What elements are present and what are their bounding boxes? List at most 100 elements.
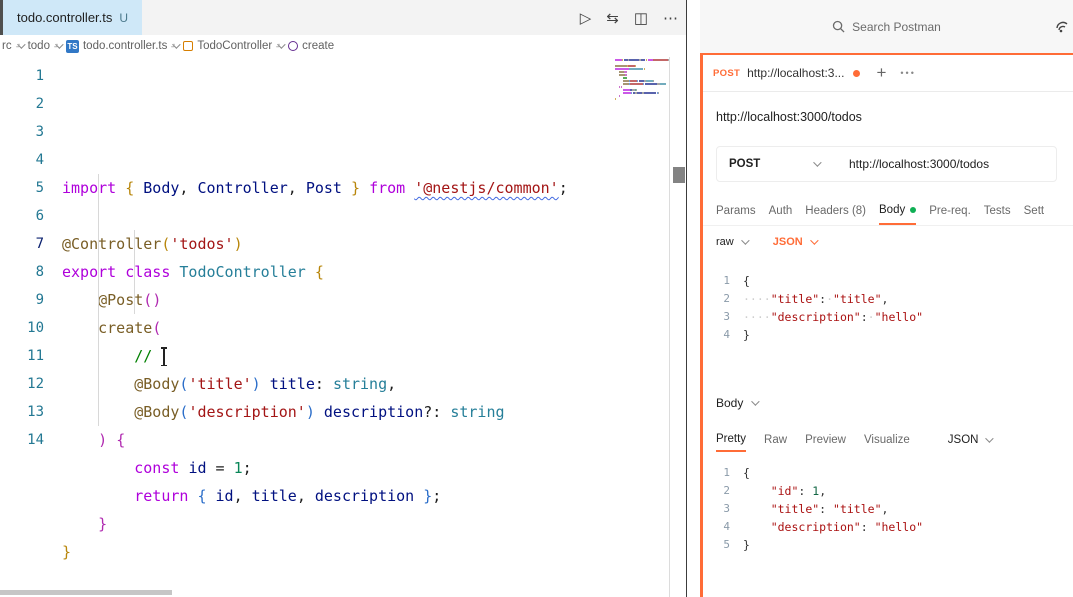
minimap-line bbox=[615, 59, 669, 61]
open-changes-icon[interactable]: ⇆ bbox=[606, 9, 619, 27]
body-format-dropdown[interactable]: JSON bbox=[773, 236, 819, 248]
response-format-dropdown[interactable]: JSON bbox=[948, 434, 995, 446]
tab-options-button[interactable]: ••• bbox=[900, 68, 915, 78]
line-number: 7 bbox=[35, 236, 44, 252]
code-line[interactable]: "id": 1, bbox=[743, 482, 923, 500]
unsaved-changes-dot bbox=[853, 69, 861, 77]
response-body-dropdown[interactable]: Body bbox=[716, 396, 761, 410]
minimap-line bbox=[615, 80, 669, 82]
code-editor[interactable]: 1 2 3 4 5 6 7 8 9 10 11 12 13 14 import { Body, Contr… bbox=[0, 57, 686, 597]
tab-settings[interactable]: Sett bbox=[1024, 196, 1044, 225]
tab-auth[interactable]: Auth bbox=[769, 196, 793, 225]
tab-params[interactable]: Params bbox=[716, 196, 756, 225]
line-number: 10 bbox=[27, 320, 44, 336]
code-line[interactable]: return { id, title, description }; bbox=[62, 482, 686, 510]
request-tab[interactable]: POST http://localhost:3... bbox=[713, 66, 861, 80]
chevron-down-icon bbox=[813, 158, 822, 167]
request-url-bar: POST http://localhost:3000/todos bbox=[716, 146, 1057, 182]
chevron-down-icon bbox=[740, 236, 750, 245]
search-postman[interactable]: Search Postman bbox=[832, 20, 941, 34]
request-body-code[interactable]: {····"title":·"title", ····"description":… bbox=[743, 272, 923, 344]
tab-body[interactable]: Body bbox=[879, 196, 917, 225]
code-line[interactable]: } bbox=[743, 326, 923, 344]
tab-headers[interactable]: Headers (8) bbox=[805, 196, 866, 225]
indent-guide bbox=[98, 174, 99, 426]
editor-gutter: 1 2 3 4 5 bbox=[700, 464, 730, 554]
code-line[interactable]: const id = 1; bbox=[62, 454, 686, 482]
code-line[interactable]: ) { bbox=[62, 426, 686, 454]
code-line[interactable]: "title": "title", bbox=[743, 500, 923, 518]
code-line[interactable]: { bbox=[743, 464, 923, 482]
more-actions-button[interactable]: ⋯ bbox=[663, 9, 678, 27]
line-number: 9 bbox=[35, 292, 44, 308]
line-number: 8 bbox=[35, 264, 44, 280]
tab-pre-request[interactable]: Pre-req. bbox=[929, 196, 971, 225]
body-type-controls: raw JSON bbox=[700, 226, 1073, 258]
tab-raw[interactable]: Raw bbox=[764, 428, 787, 452]
tab-preview[interactable]: Preview bbox=[805, 428, 846, 452]
code-line[interactable] bbox=[62, 202, 686, 230]
method-label: POST bbox=[729, 158, 761, 170]
breadcrumb-item-method[interactable]: create bbox=[302, 40, 334, 52]
git-status-badge: U bbox=[119, 10, 129, 25]
split-editor-button[interactable]: ◫ bbox=[634, 9, 648, 27]
capture-requests-icon[interactable] bbox=[1054, 18, 1070, 39]
search-placeholder: Search Postman bbox=[852, 19, 941, 34]
code-line[interactable]: import { Body, Controller, Post } from '… bbox=[62, 174, 686, 202]
line-number: 11 bbox=[27, 348, 44, 364]
code-line[interactable]: @Controller('todos') bbox=[62, 230, 686, 258]
code-line[interactable]: @Post() bbox=[62, 286, 686, 314]
url-input[interactable]: http://localhost:3000/todos bbox=[835, 157, 989, 171]
line-number: 13 bbox=[27, 404, 44, 420]
chevron-down-icon bbox=[751, 397, 761, 406]
line-number: 5 bbox=[723, 538, 730, 551]
response-view-tabs: Pretty Raw Preview Visualize JSON bbox=[700, 428, 1073, 452]
tab-tests[interactable]: Tests bbox=[984, 196, 1011, 225]
code-line[interactable]: @Body('description') description?: strin… bbox=[62, 398, 686, 426]
code-line[interactable]: "description": "hello" bbox=[743, 518, 923, 536]
minimap-line bbox=[615, 89, 669, 91]
line-number: 3 bbox=[723, 502, 730, 515]
minimap-line bbox=[615, 83, 669, 85]
new-tab-button[interactable]: + bbox=[876, 63, 886, 83]
request-name[interactable]: http://localhost:3000/todos bbox=[700, 92, 1073, 124]
breadcrumb-item-class[interactable]: TodoController bbox=[197, 40, 272, 52]
minimap-line bbox=[615, 71, 669, 73]
tab-todo-controller-ts[interactable]: todo.controller.ts U bbox=[3, 0, 143, 35]
request-config-tabs: Params Auth Headers (8) Body Pre-req. Te… bbox=[700, 196, 1073, 226]
method-dropdown[interactable]: POST bbox=[717, 158, 835, 170]
minimap[interactable] bbox=[615, 59, 669, 101]
response-body-viewer[interactable]: 1 2 3 4 5 { "id": 1, "title": "title", "desc… bbox=[700, 464, 1073, 554]
chevron-right-icon: › bbox=[273, 40, 286, 52]
code-line[interactable]: @Body('title') title: string, bbox=[62, 370, 686, 398]
code-line[interactable]: create( bbox=[62, 314, 686, 342]
tab-pretty[interactable]: Pretty bbox=[716, 428, 747, 452]
body-type-dropdown[interactable]: raw bbox=[716, 236, 750, 248]
code-line[interactable]: } bbox=[743, 536, 923, 554]
minimap-line bbox=[615, 95, 669, 97]
vertical-scrollbar-thumb[interactable] bbox=[673, 167, 685, 183]
code-line[interactable]: { bbox=[743, 272, 923, 290]
request-body-editor[interactable]: 1 2 3 4 {····"title":·"title", ····"descript… bbox=[700, 272, 1073, 344]
breadcrumb-item-src[interactable]: rc bbox=[2, 40, 12, 52]
code-line[interactable]: ····"title":·"title", bbox=[743, 290, 923, 308]
scrollbar-track-edge bbox=[669, 57, 670, 597]
code-line[interactable]: } bbox=[62, 510, 686, 538]
code-line[interactable]: export class TodoController { bbox=[62, 258, 686, 286]
code-line[interactable]: } bbox=[62, 538, 686, 566]
run-button[interactable]: ▷ bbox=[580, 9, 592, 27]
code-line[interactable]: ····"description":·"hello" bbox=[743, 308, 923, 326]
response-section-header: Body bbox=[700, 344, 1073, 410]
tab-strip-edge bbox=[0, 0, 3, 35]
horizontal-scrollbar-thumb[interactable] bbox=[0, 590, 172, 595]
search-icon bbox=[832, 20, 845, 33]
breadcrumb-item-todo[interactable]: todo bbox=[28, 40, 50, 52]
line-number: 5 bbox=[35, 180, 44, 196]
tab-visualize[interactable]: Visualize bbox=[864, 428, 910, 452]
minimap-line bbox=[615, 65, 669, 67]
chevron-down-icon bbox=[985, 434, 995, 443]
chevron-down-icon bbox=[809, 236, 819, 245]
breadcrumb-item-file[interactable]: todo.controller.ts bbox=[83, 40, 167, 52]
editor-code-area[interactable]: import { Body, Controller, Post } from '… bbox=[44, 62, 686, 566]
code-line[interactable]: // bbox=[62, 342, 686, 370]
